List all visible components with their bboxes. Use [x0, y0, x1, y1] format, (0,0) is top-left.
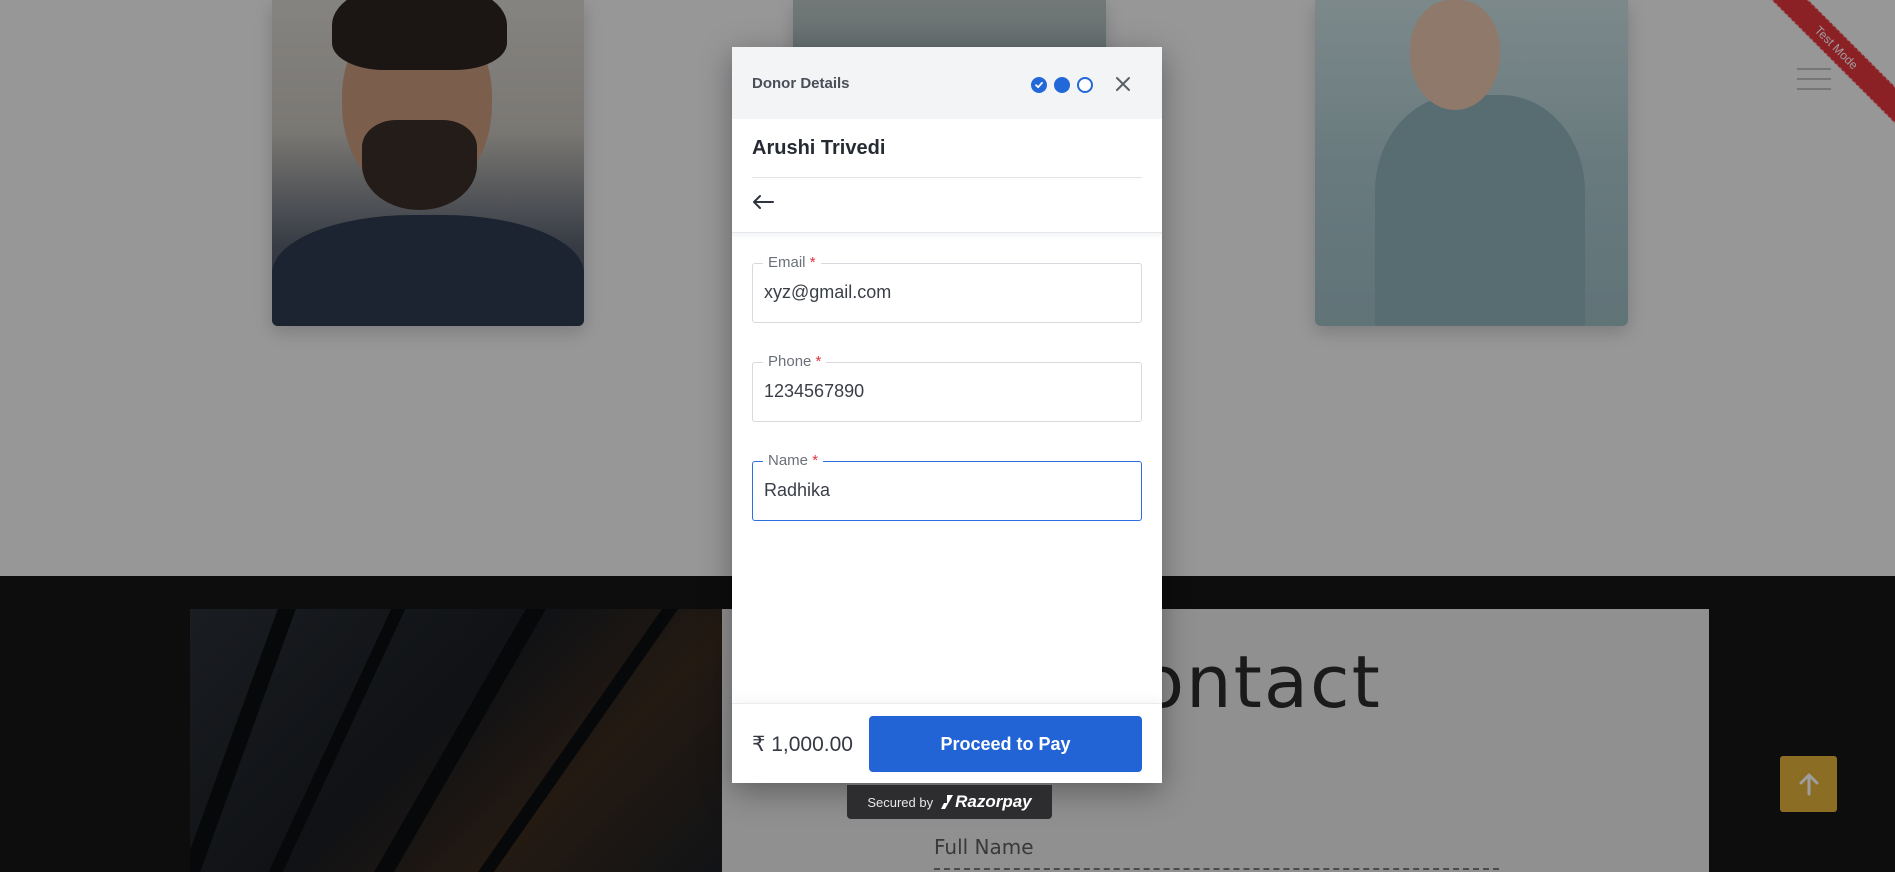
email-field: Email * [752, 254, 1142, 323]
razorpay-mark-icon [941, 795, 954, 809]
razorpay-logo: Razorpay [941, 792, 1032, 812]
check-icon [1035, 81, 1043, 89]
step-indicator [1031, 77, 1093, 93]
step-completed [1031, 77, 1047, 93]
close-icon [1116, 77, 1130, 91]
email-label-text: Email [768, 254, 806, 271]
required-mark: * [812, 452, 819, 469]
section-divider [732, 232, 1162, 240]
proceed-to-pay-button[interactable]: Proceed to Pay [869, 716, 1142, 772]
name-label: Name * [763, 452, 824, 469]
modal-title: Donor Details [752, 75, 850, 92]
secured-by-badge: Secured by Razorpay [847, 785, 1052, 819]
email-label: Email * [763, 254, 821, 271]
modal-header: Donor Details [732, 47, 1162, 119]
name-field: Name * [752, 452, 1142, 521]
phone-field: Phone * [752, 353, 1142, 422]
close-button[interactable] [1112, 73, 1134, 95]
required-mark: * [809, 254, 816, 271]
amount-display: ₹ 1,000.00 [752, 733, 853, 756]
required-mark: * [815, 353, 822, 370]
phone-input[interactable] [764, 381, 1124, 402]
back-button[interactable] [752, 189, 778, 215]
razorpay-brand-text: Razorpay [955, 792, 1032, 811]
step-current [1054, 77, 1070, 93]
step-upcoming [1077, 77, 1093, 93]
email-input[interactable] [764, 282, 1124, 303]
arrow-left-icon [753, 195, 774, 209]
name-label-text: Name [768, 452, 809, 469]
name-input[interactable] [764, 480, 1124, 501]
phone-label-text: Phone [768, 353, 812, 370]
merchant-name: Arushi Trivedi [752, 137, 886, 159]
checkout-modal: Donor Details Arushi Trivedi Email * xyz… [732, 47, 1162, 783]
modal-footer: ₹ 1,000.00 Proceed to Pay [732, 703, 1162, 783]
secured-by-text: Secured by [867, 794, 934, 810]
phone-label: Phone * [763, 353, 827, 370]
divider [752, 177, 1142, 178]
